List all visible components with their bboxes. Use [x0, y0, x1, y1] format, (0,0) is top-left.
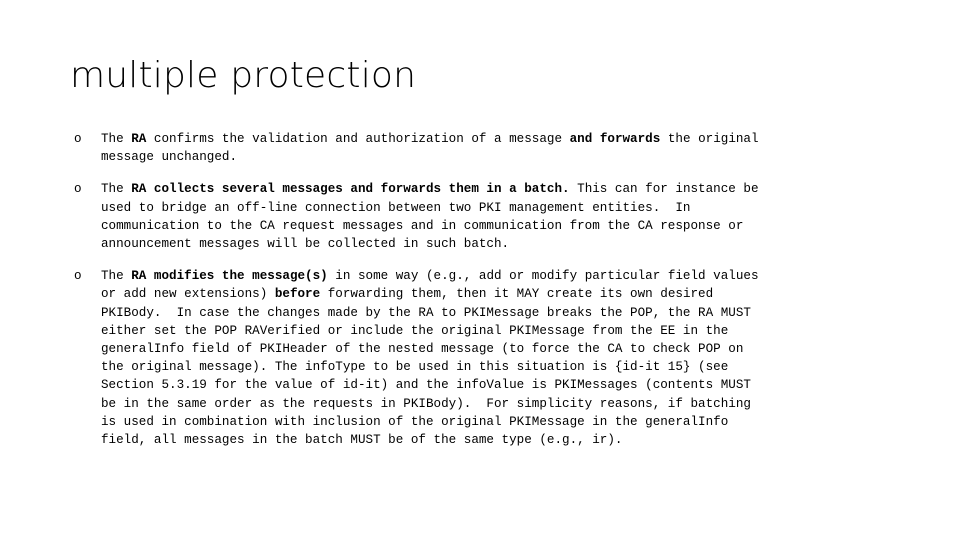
emphasis-run: and forwards [569, 132, 661, 146]
slide-canvas: multiple protection o The RA confirms th… [0, 0, 960, 540]
text-run: The [101, 132, 132, 146]
emphasis-run: RA modifies the message(s) [131, 269, 328, 284]
emphasis-run: before [274, 287, 321, 302]
text-run: The [101, 269, 132, 284]
list-item: o The RA confirms the validation and aut… [70, 130, 900, 166]
bullet-marker-icon: o [74, 182, 82, 197]
slide-body: o The RA confirms the validation and aut… [70, 130, 900, 463]
text-run: forwarding them, then it MAY create its … [101, 287, 751, 448]
list-item: o The RA collects several messages and f… [70, 180, 900, 253]
text-run: The [101, 182, 132, 197]
text-run: confirms the validation and authorizatio… [146, 132, 570, 146]
bullet-marker-icon: o [74, 269, 82, 284]
list-item-text: The RA confirms the validation and autho… [101, 130, 900, 166]
bullet-marker-icon: o [74, 132, 82, 146]
list-item-text: The RA modifies the message(s) in some w… [101, 267, 900, 449]
emphasis-run: RA collects several messages and forward… [131, 182, 570, 197]
page-title: multiple protection [70, 55, 417, 96]
list-item: o The RA modifies the message(s) in some… [70, 267, 900, 449]
list-item-text: The RA collects several messages and for… [101, 180, 900, 253]
emphasis-run: RA [131, 132, 147, 146]
